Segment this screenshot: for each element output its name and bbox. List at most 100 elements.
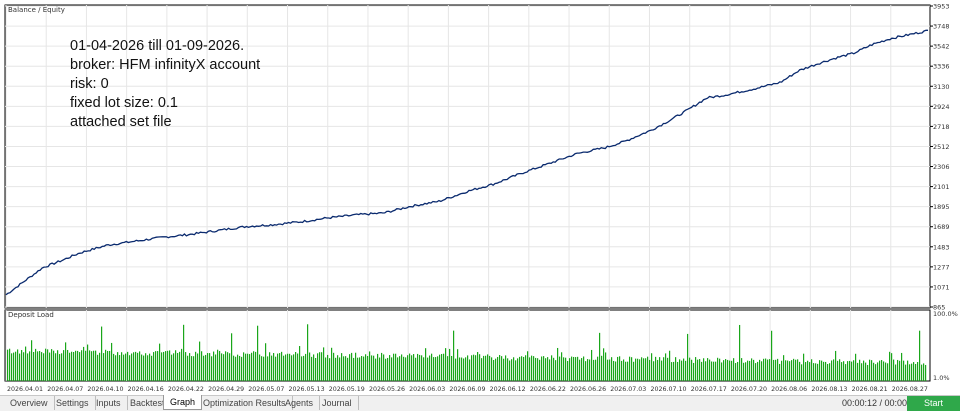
deposit-load-bar <box>361 356 363 381</box>
deposit-load-bar <box>365 354 367 381</box>
x-tick-label: 2026.04.01 <box>7 386 43 393</box>
x-tick-label: 2026.06.03 <box>409 386 445 393</box>
deposit-load-bar <box>435 357 437 381</box>
deposit-load-bar <box>153 352 155 381</box>
x-tick-label: 2026.07.03 <box>610 386 646 393</box>
deposit-load-bar <box>163 351 165 381</box>
deposit-load-legend: Deposit Load <box>8 311 54 319</box>
deposit-load-bar <box>869 359 871 381</box>
deposit-load-bar <box>557 347 559 381</box>
deposit-load-bar <box>841 362 843 381</box>
deposit-load-bar <box>35 348 37 381</box>
deposit-load-bar <box>845 364 847 381</box>
deposit-load-bar <box>27 353 29 381</box>
deposit-load-bar <box>899 360 901 381</box>
deposit-load-bar <box>807 360 809 381</box>
deposit-load-bar <box>647 356 649 381</box>
deposit-load-bar <box>767 359 769 381</box>
deposit-load-bar <box>119 355 121 381</box>
deposit-load-bar <box>117 352 119 381</box>
tab-inputs[interactable]: Inputs <box>90 396 128 410</box>
deposit-load-bar <box>221 353 223 381</box>
deposit-load-bar <box>195 351 197 381</box>
deposit-load-bar <box>287 353 289 381</box>
deposit-load-bar <box>243 352 245 381</box>
deposit-load-bar <box>659 357 661 381</box>
tab-settings[interactable]: Settings <box>50 396 96 410</box>
deposit-load-bar <box>351 352 353 381</box>
deposit-load-bar <box>419 354 421 381</box>
deposit-load-bar <box>375 358 377 381</box>
deposit-load-bar <box>51 349 53 381</box>
deposit-load-bar <box>615 361 617 381</box>
start-button[interactable]: Start <box>907 396 960 411</box>
deposit-load-bar <box>663 357 665 381</box>
deposit-load-bar <box>99 352 101 381</box>
deposit-load-bar <box>315 358 317 381</box>
tab-journal[interactable]: Journal <box>316 396 359 410</box>
deposit-load-bar <box>171 354 173 381</box>
deposit-load-bar <box>641 357 643 381</box>
deposit-load-bar <box>173 353 175 381</box>
deposit-load-bar <box>835 350 837 381</box>
deposit-load-bar <box>121 352 123 381</box>
y-tick-label: 3130 <box>933 83 950 91</box>
deposit-load-bar <box>11 353 13 381</box>
deposit-load-bar <box>463 358 465 381</box>
deposit-load-bar <box>745 362 747 381</box>
deposit-load-bar <box>125 353 127 381</box>
deposit-load-bar <box>407 355 409 381</box>
deposit-load-bar <box>213 351 215 381</box>
deposit-load-bar <box>903 360 905 381</box>
deposit-load-bar <box>471 355 473 381</box>
deposit-load-bar <box>139 351 141 381</box>
deposit-load-bar <box>469 359 471 381</box>
deposit-load-bar <box>849 360 851 381</box>
deposit-load-bar <box>733 358 735 381</box>
deposit-load-bar <box>683 358 685 381</box>
deposit-load-bar <box>915 364 917 381</box>
deposit-load-bar <box>109 350 111 381</box>
deposit-load-bar <box>481 358 483 381</box>
tab-agents[interactable]: Agents <box>279 396 321 410</box>
deposit-load-bar <box>687 333 689 381</box>
x-tick-label: 2026.07.20 <box>731 386 767 393</box>
deposit-load-bar <box>79 352 81 381</box>
deposit-load-bar <box>851 361 853 381</box>
x-tick-label: 2026.04.07 <box>47 386 83 393</box>
deposit-load-bar <box>431 353 433 381</box>
deposit-load-bar <box>159 343 161 381</box>
deposit-load-bar <box>103 353 105 381</box>
deposit-load-bar <box>433 357 435 381</box>
deposit-load-bar <box>725 359 727 381</box>
deposit-load-bar <box>211 356 213 381</box>
deposit-load-bar <box>529 357 531 381</box>
deposit-load-bar <box>371 355 373 381</box>
deposit-load-bar <box>879 360 881 381</box>
deposit-load-bar <box>167 350 169 381</box>
deposit-load-bar <box>831 360 833 381</box>
x-tick-label: 2026.08.21 <box>852 386 888 393</box>
deposit-load-bar <box>383 354 385 381</box>
deposit-load-bar <box>33 352 35 381</box>
deposit-load-bar <box>793 358 795 381</box>
deposit-load-bar <box>65 342 67 381</box>
deposit-load-bar <box>571 356 573 381</box>
tab-overview[interactable]: Overview <box>4 396 55 410</box>
deposit-load-bar <box>805 362 807 381</box>
deposit-load-bar <box>191 356 193 381</box>
deposit-load-bar <box>319 352 321 381</box>
deposit-load-bar <box>619 356 621 381</box>
deposit-load-bar <box>95 350 97 381</box>
deposit-load-bar <box>83 346 85 381</box>
deposit-load-bar <box>589 359 591 381</box>
deposit-load-bar <box>759 359 761 381</box>
deposit-load-bar <box>289 353 291 381</box>
deposit-load-bar <box>313 354 315 381</box>
deposit-load-bar <box>61 353 63 381</box>
x-tick-label: 2026.04.16 <box>128 386 164 393</box>
deposit-load-bar <box>101 326 103 381</box>
deposit-load-bar <box>523 356 525 381</box>
deposit-load-bar <box>439 354 441 381</box>
deposit-load-bar <box>329 358 331 381</box>
